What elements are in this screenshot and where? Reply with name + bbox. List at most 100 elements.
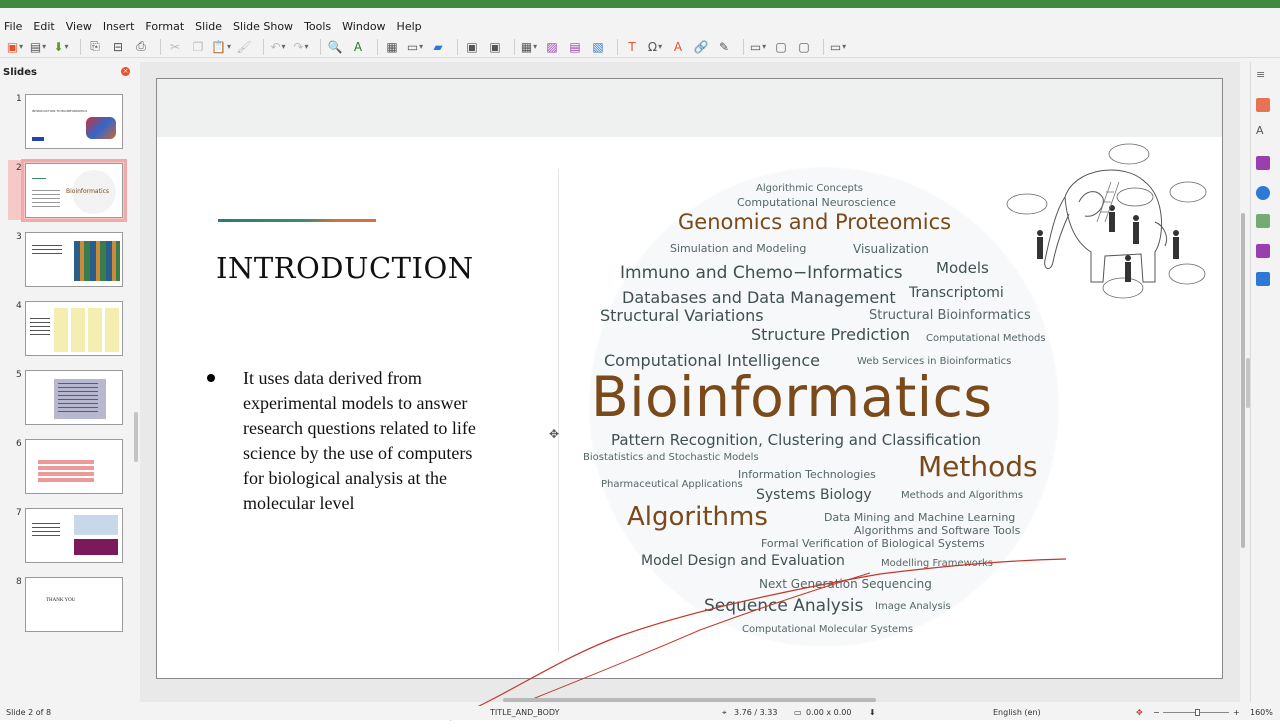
panel-splitter-handle[interactable] <box>134 412 138 462</box>
image-icon[interactable]: ▨ <box>543 38 561 56</box>
move-cursor-icon: ✥ <box>549 427 560 441</box>
menu-window[interactable]: Window <box>342 20 385 33</box>
gallery-icon[interactable] <box>1256 156 1270 170</box>
text-box-icon[interactable]: T <box>623 38 641 56</box>
more-shapes-icon[interactable]: ▭ <box>829 38 847 56</box>
menu-file[interactable]: File <box>4 20 22 33</box>
thumb-list-block <box>38 460 94 482</box>
wordcloud-word: Sequence Analysis <box>704 596 864 616</box>
slide-thumbnail-7[interactable] <box>25 508 123 563</box>
table-icon[interactable]: ▦ <box>520 38 538 56</box>
toolbar-separator <box>377 38 378 55</box>
comment-icon[interactable]: ▢ <box>795 38 813 56</box>
start-from-first-icon[interactable]: ▣ <box>463 38 481 56</box>
slide-thumbnail-8[interactable]: THANK YOU <box>25 577 123 632</box>
export-pdf-icon[interactable]: ⊟ <box>109 38 127 56</box>
wordcloud-word: Structural Variations <box>600 306 764 325</box>
slides-panel: Slides × 1 INTRODUCTION TO BIOINFORMATIC… <box>0 62 138 702</box>
menu-format[interactable]: Format <box>145 20 184 33</box>
save-icon[interactable]: ⬇ <box>52 38 70 56</box>
app-window: File Edit View Insert Format Slide Slide… <box>0 0 1280 721</box>
master-slide-icon[interactable]: ▰ <box>429 38 447 56</box>
language-status[interactable]: English (en) <box>993 708 1041 717</box>
slide-number: 7 <box>16 508 22 518</box>
new-document-icon[interactable]: ▣ <box>6 38 24 56</box>
object-size-icon: ▭ <box>794 708 802 717</box>
status-bar: Slide 2 of 8 TITLE_AND_BODY ⌖ 3.76 / 3.3… <box>0 706 1280 720</box>
thumb-body-lines <box>58 383 98 413</box>
copy-icon[interactable]: ❐ <box>189 38 207 56</box>
spelling-icon[interactable]: A <box>349 38 367 56</box>
properties-icon[interactable] <box>1256 98 1270 112</box>
slide-thumbnail-5[interactable] <box>25 370 123 425</box>
shapes-icon[interactable]: ▭ <box>749 38 767 56</box>
templates-icon[interactable]: ▤ <box>29 38 47 56</box>
menu-help[interactable]: Help <box>397 20 422 33</box>
animation-icon[interactable] <box>1256 244 1270 258</box>
master-slides-icon[interactable] <box>1256 272 1270 286</box>
close-panel-icon[interactable]: × <box>121 67 130 76</box>
thumb-title: INTRODUCTION TO BIOINFORMATICS <box>32 109 88 113</box>
zoom-level[interactable]: 160% <box>1250 708 1273 717</box>
fit-slide-icon[interactable]: ✥ <box>1136 708 1143 717</box>
zoom-slider-handle[interactable] <box>1195 709 1200 716</box>
wordcloud-word: Methods <box>918 450 1038 483</box>
slide-thumbnail-4[interactable] <box>25 301 123 356</box>
draw-icon[interactable]: ✎ <box>715 38 733 56</box>
horizontal-scrollbar[interactable] <box>503 698 876 702</box>
cut-icon[interactable]: ✂ <box>166 38 184 56</box>
grid-icon[interactable]: ▦ <box>383 38 401 56</box>
menu-insert[interactable]: Insert <box>103 20 135 33</box>
slide-canvas[interactable]: INTRODUCTION It uses data derived from e… <box>156 78 1223 679</box>
fontwork-icon[interactable]: A <box>669 38 687 56</box>
navigator-icon[interactable] <box>1256 186 1270 200</box>
vertical-scrollbar[interactable] <box>1241 213 1245 548</box>
special-character-icon[interactable]: Ω <box>646 38 664 56</box>
slide-number: 1 <box>16 94 22 104</box>
slide-thumbnail-6[interactable] <box>25 439 123 494</box>
menu-view[interactable]: View <box>66 20 92 33</box>
wordcloud-word: Computational Neuroscience <box>737 196 896 209</box>
slide-title[interactable]: INTRODUCTION <box>216 251 474 285</box>
wordcloud-word: Structural Bioinformatics <box>869 308 1031 323</box>
menu-slide[interactable]: Slide <box>195 20 222 33</box>
menu-tools[interactable]: Tools <box>304 20 331 33</box>
cursor-position: 3.76 / 3.33 <box>734 708 778 717</box>
display-views-icon[interactable]: ▭ <box>406 38 424 56</box>
slide-thumbnail-3[interactable] <box>25 232 123 287</box>
export-icon[interactable]: ⎘ <box>86 38 104 56</box>
hyperlink-icon[interactable]: 🔗 <box>692 38 710 56</box>
wordcloud-word: Biostatistics and Stochastic Models <box>583 452 759 463</box>
styles-icon[interactable]: A <box>1256 124 1270 138</box>
blind-men-elephant-illustration[interactable] <box>1005 142 1213 302</box>
media-icon[interactable]: ▤ <box>566 38 584 56</box>
toolbar-separator <box>514 38 515 55</box>
zoom-in-icon[interactable]: + <box>1233 708 1240 717</box>
start-from-current-icon[interactable]: ▣ <box>486 38 504 56</box>
sidebar-menu-icon[interactable]: ≡ <box>1256 68 1270 82</box>
wordcloud-word: Modelling Frameworks <box>881 558 994 569</box>
slide-transition-icon[interactable] <box>1256 214 1270 228</box>
paste-icon[interactable]: 📋 <box>211 38 230 56</box>
wordcloud-word: Algorithmic Concepts <box>756 183 863 194</box>
clone-formatting-icon[interactable]: 🖌 <box>235 38 253 56</box>
slide-thumbnail-2[interactable]: Bioinformatics <box>21 159 127 222</box>
wordcloud-word: Computational Molecular Systems <box>742 624 914 635</box>
toolbar-separator <box>457 38 458 55</box>
menu-slide-show[interactable]: Slide Show <box>233 20 293 33</box>
undo-icon[interactable]: ↶ <box>269 38 287 56</box>
callout-icon[interactable]: ▢ <box>772 38 790 56</box>
menu-edit[interactable]: Edit <box>33 20 54 33</box>
slide-body-textbox[interactable]: It uses data derived from experimental m… <box>207 366 497 516</box>
chart-icon[interactable]: ▧ <box>589 38 607 56</box>
slide-thumbnail-1[interactable]: INTRODUCTION TO BIOINFORMATICS <box>25 94 123 149</box>
slide-header-band <box>157 79 1222 137</box>
print-icon[interactable]: ⎙ <box>132 38 150 56</box>
zoom-out-icon[interactable]: − <box>1153 708 1160 717</box>
thumb-body-lines <box>30 318 50 336</box>
wordcloud-word: Algorithms <box>627 502 768 532</box>
redo-icon[interactable]: ↷ <box>292 38 310 56</box>
find-replace-icon[interactable]: 🔍 <box>326 38 344 56</box>
toolbar-separator <box>743 38 744 55</box>
wordcloud-word: Structure Prediction <box>751 325 910 344</box>
